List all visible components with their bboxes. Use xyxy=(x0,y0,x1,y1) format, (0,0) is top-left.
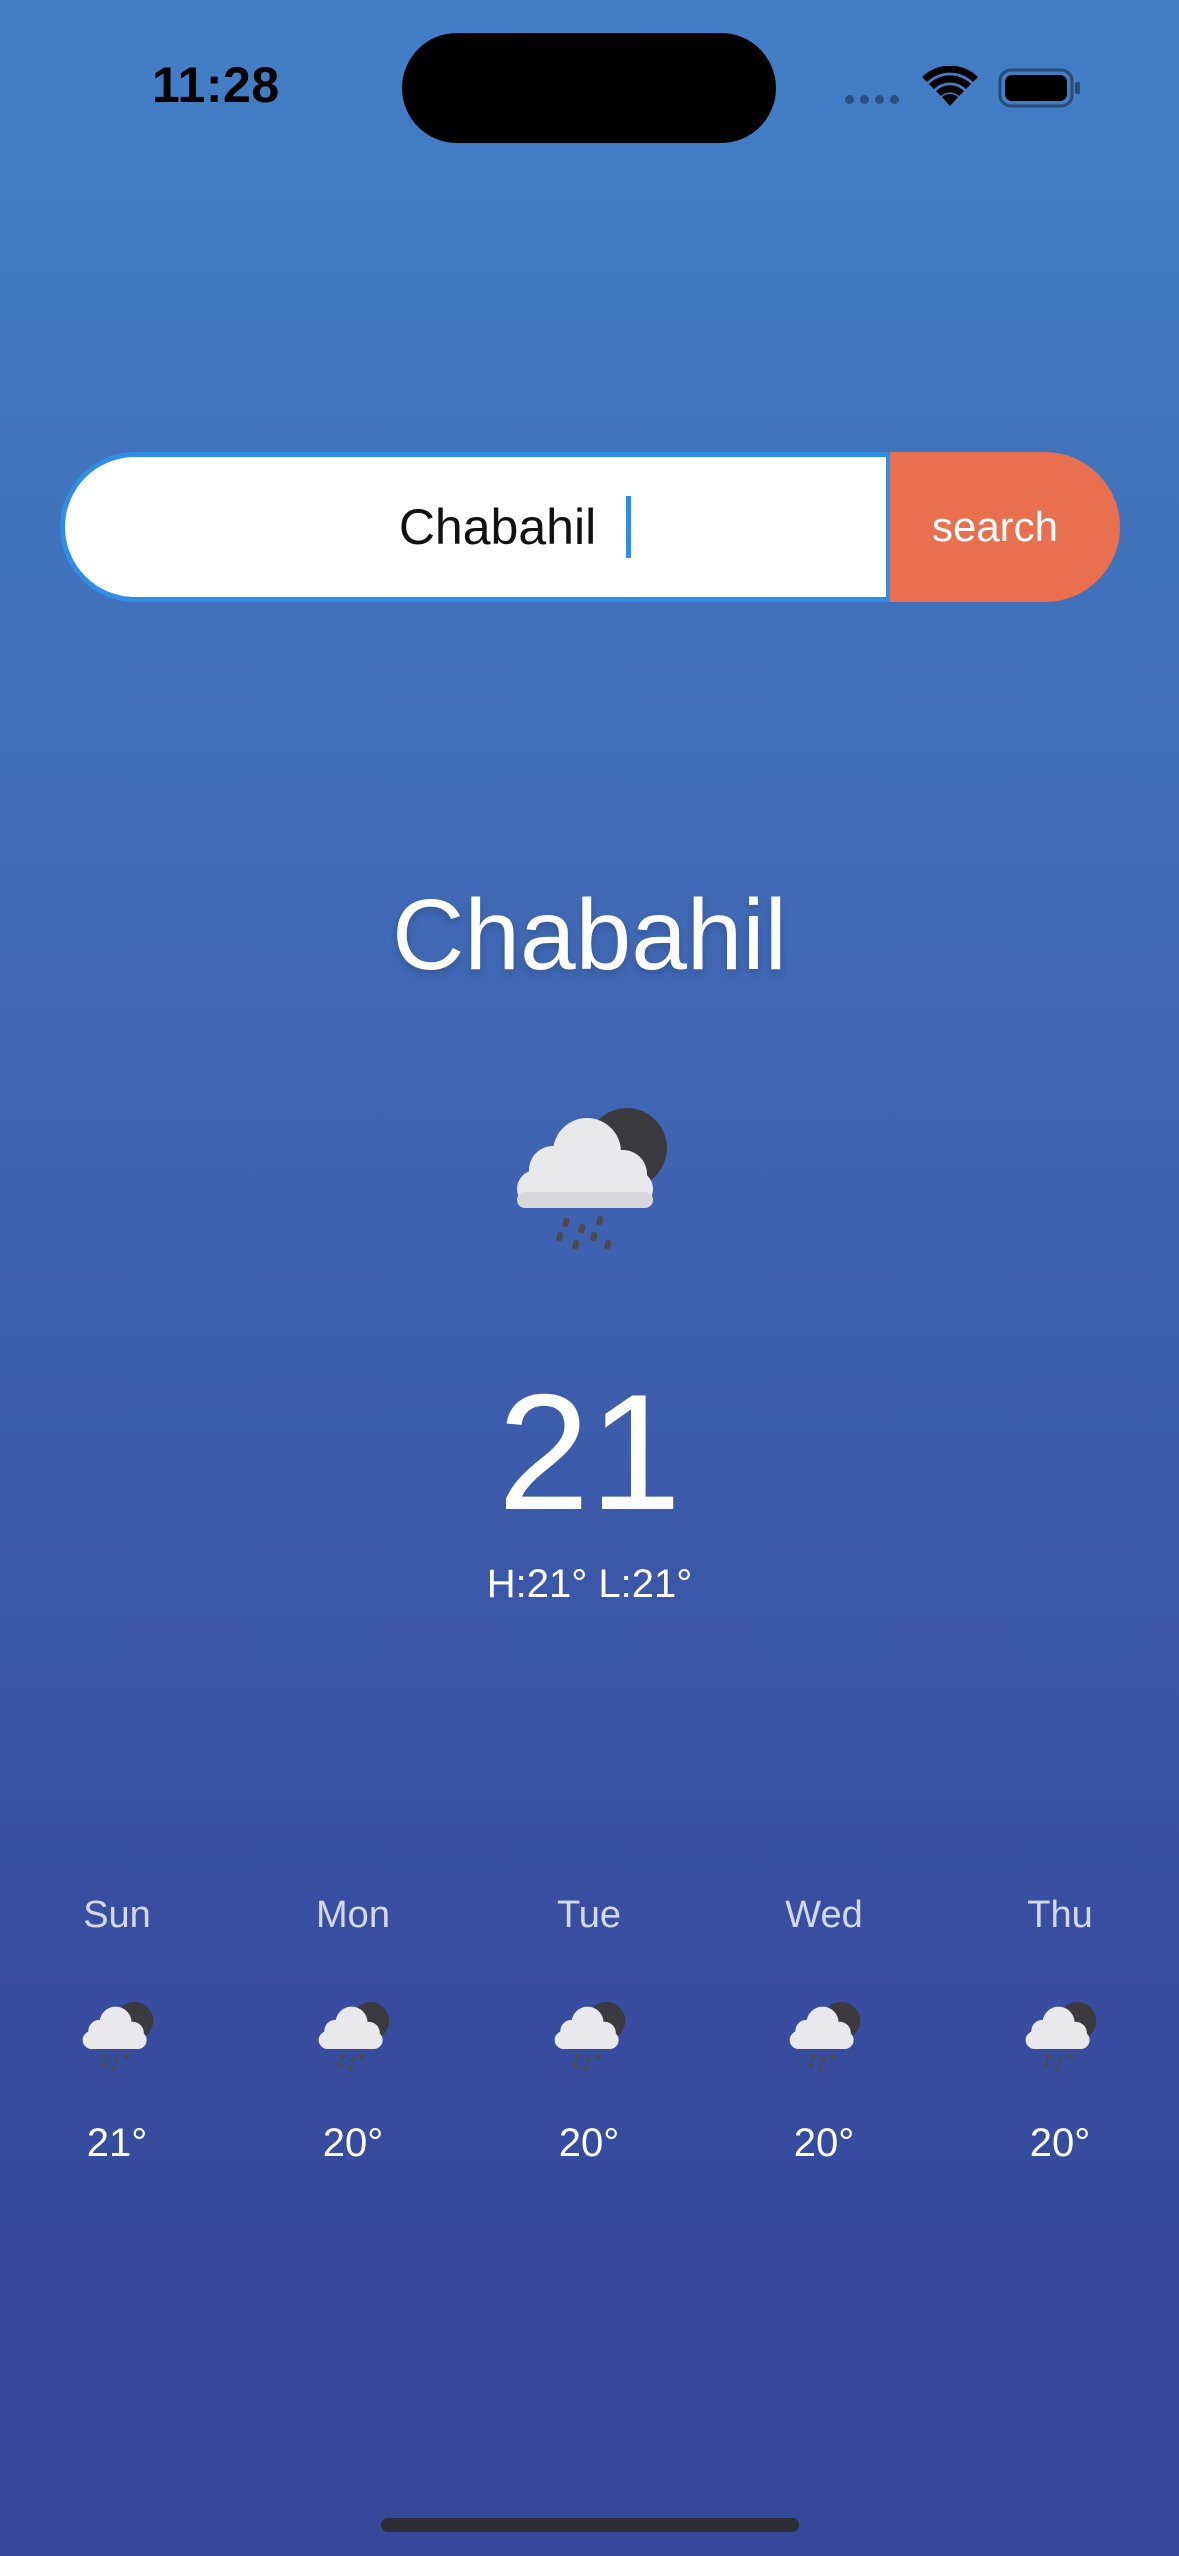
forecast-day: Tue 20° xyxy=(489,1885,689,2185)
forecast-day-label: Wed xyxy=(785,1894,863,1936)
cloud-rain-moon-icon xyxy=(82,2001,154,2071)
forecast-temperature: 20° xyxy=(1029,2121,1091,2165)
forecast-temperature: 20° xyxy=(322,2121,384,2165)
forecast-day: Mon 20° xyxy=(253,1885,453,2185)
forecast-day-label: Mon xyxy=(316,1894,390,1936)
forecast-day: Sun 21° xyxy=(17,1885,217,2185)
search-button[interactable]: search xyxy=(890,452,1120,602)
forecast-day: Wed 20° xyxy=(724,1885,924,2185)
search-input[interactable] xyxy=(60,452,890,602)
forecast-day-label: Sun xyxy=(83,1894,151,1936)
forecast-temperature: 20° xyxy=(558,2121,620,2165)
cloud-rain-moon-icon xyxy=(1025,2001,1097,2071)
forecast-day-label: Thu xyxy=(1027,1894,1093,1936)
cloud-rain-moon-icon xyxy=(789,2001,861,2071)
cellular-signal-icon xyxy=(845,95,899,104)
wifi-icon xyxy=(922,66,978,106)
cloud-rain-moon-icon xyxy=(517,1108,667,1250)
cloud-rain-moon-icon xyxy=(554,2001,626,2071)
battery-icon xyxy=(998,68,1080,108)
city-name: Chabahil xyxy=(392,879,787,991)
cloud-rain-moon-icon xyxy=(318,2001,390,2071)
forecast-day-label: Tue xyxy=(556,1894,622,1936)
forecast-row: Sun 21° Mon 20° Tue 20° Wed 20° Thu 20° xyxy=(0,1885,1179,2185)
forecast-temperature: 20° xyxy=(793,2121,855,2165)
dynamic-island xyxy=(402,33,776,143)
status-time: 11:28 xyxy=(152,57,280,113)
current-temperature: 21 xyxy=(497,1360,682,1544)
forecast-day: Thu 20° xyxy=(960,1885,1160,2185)
search-bar: search xyxy=(60,452,1120,602)
forecast-temperature: 21° xyxy=(86,2121,148,2165)
text-caret xyxy=(626,496,631,558)
high-low-temperature: H:21° L:21° xyxy=(486,1562,693,1606)
home-indicator[interactable] xyxy=(381,2518,799,2532)
